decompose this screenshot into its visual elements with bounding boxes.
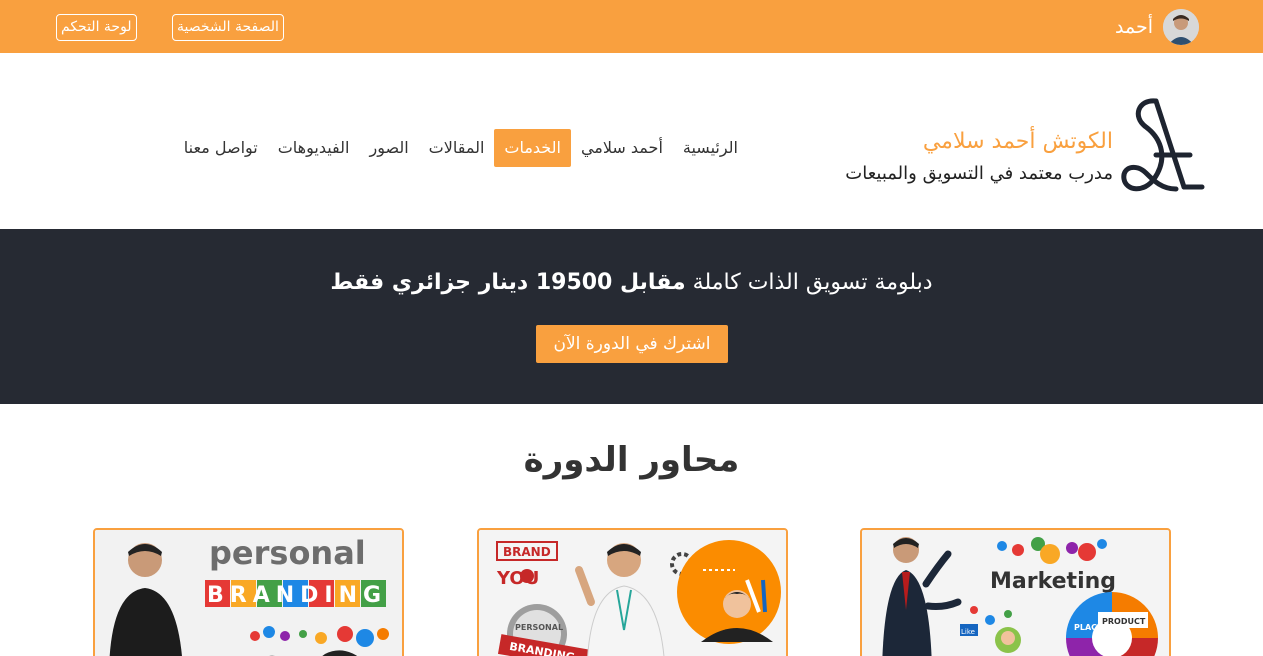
dashboard-link[interactable]: لوحة التحكم <box>56 14 137 41</box>
top-bar: لوحة التحكم الصفحة الشخصية أحمد <box>0 0 1263 53</box>
course-card-brand-you[interactable]: BRAND YOU PERSONAL BRANDING <box>477 528 788 656</box>
card3-text-3: PRODUCT <box>1102 617 1146 626</box>
site-logo[interactable] <box>1118 93 1210 203</box>
nav-articles[interactable]: المقالات <box>419 129 495 167</box>
nav-home[interactable]: الرئيسية <box>673 129 748 167</box>
avatar <box>1163 9 1199 45</box>
card-image: personal BRANDING <box>95 530 402 656</box>
card1-text-2: BRANDING <box>207 583 387 608</box>
main-nav: الرئيسية أحمد سلامي الخدمات المقالات الص… <box>174 129 748 167</box>
promo-banner: دبلومة تسويق الذات كاملة مقابل 19500 دين… <box>0 229 1263 404</box>
banner-text: دبلومة تسويق الذات كاملة مقابل 19500 دين… <box>0 270 1263 295</box>
site-header: الكوتش أحمد سلامي مدرب معتمد في التسويق … <box>0 53 1263 229</box>
card1-text-1: personal <box>209 534 366 572</box>
nav-videos[interactable]: الفيديوهات <box>268 129 360 167</box>
nav-photos[interactable]: الصور <box>359 129 418 167</box>
card-image: BRAND YOU PERSONAL BRANDING <box>479 530 786 656</box>
card2-text-3: PERSONAL <box>515 623 563 632</box>
user-name: أحمد <box>1115 16 1153 38</box>
banner-text-prefix: دبلومة تسويق الذات كاملة <box>692 270 933 295</box>
nav-about[interactable]: أحمد سلامي <box>571 129 673 167</box>
banner-text-price: مقابل 19500 دينار جزائري فقط <box>330 270 686 295</box>
brand-name[interactable]: الكوتش أحمد سلامي <box>923 129 1113 154</box>
card3-text-1: Marketing <box>990 569 1116 594</box>
section-title: محاور الدورة <box>523 440 740 480</box>
nav-services[interactable]: الخدمات <box>494 129 571 167</box>
subscribe-button[interactable]: اشترك في الدورة الآن <box>536 325 728 363</box>
brand-subtitle: مدرب معتمد في التسويق والمبيعات <box>845 163 1113 184</box>
card3-text-2: PLACE <box>1074 623 1103 632</box>
nav-contact[interactable]: تواصل معنا <box>174 129 268 167</box>
card-image: Marketing Like PRODUCT PLACE <box>862 530 1169 656</box>
course-card-marketing[interactable]: Marketing Like PRODUCT PLACE <box>860 528 1171 656</box>
user-menu[interactable]: أحمد <box>1115 9 1199 45</box>
profile-link[interactable]: الصفحة الشخصية <box>172 14 284 41</box>
course-card-personal-branding[interactable]: personal BRANDING <box>93 528 404 656</box>
card2-text-1: BRAND <box>503 545 551 559</box>
card3-text-4: Like <box>961 628 975 636</box>
